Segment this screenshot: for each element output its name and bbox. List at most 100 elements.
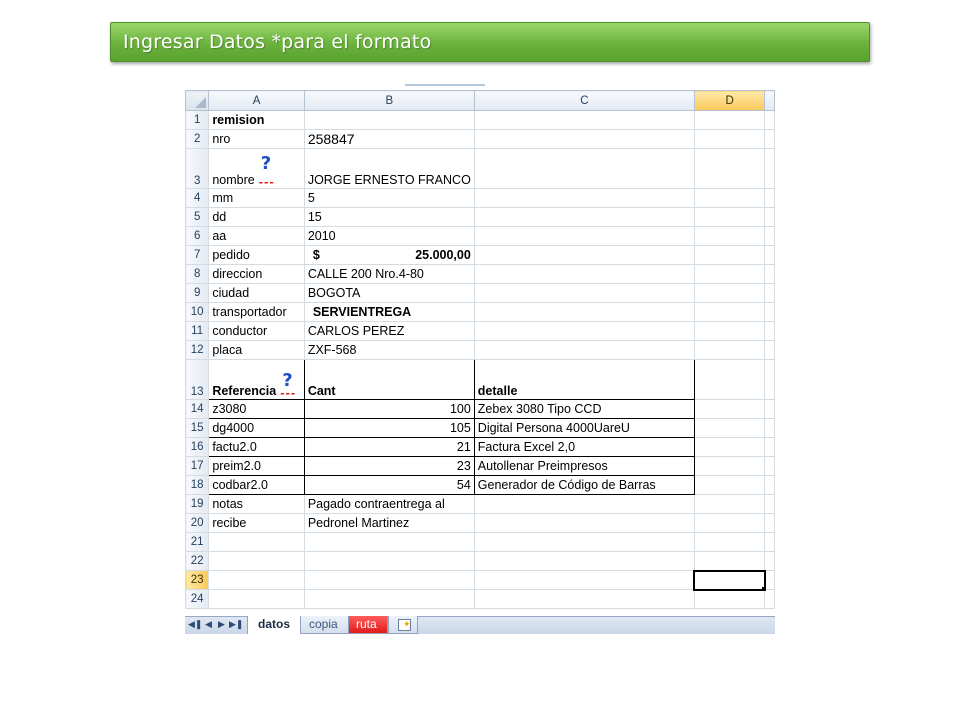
cell-b[interactable]: 54 <box>303 475 475 495</box>
row-header[interactable]: 3 <box>185 148 210 189</box>
cell-c[interactable]: detalle <box>473 359 695 400</box>
fill-handle[interactable] <box>760 585 763 588</box>
cell-a[interactable]: nombre? --- <box>208 148 305 189</box>
cell-a[interactable]: ciudad <box>208 283 305 303</box>
cell-a[interactable]: aa <box>208 226 305 246</box>
cell-d[interactable] <box>693 494 766 514</box>
row-header[interactable]: 18 <box>185 475 210 495</box>
cell-d[interactable] <box>693 148 766 189</box>
row-header[interactable]: 21 <box>185 532 210 552</box>
cell-a[interactable]: recibe <box>208 513 305 533</box>
row-header[interactable]: 12 <box>185 340 210 360</box>
column-header-d[interactable]: D <box>693 90 766 111</box>
row-header[interactable]: 17 <box>185 456 210 476</box>
row-header[interactable]: 6 <box>185 226 210 246</box>
cell-c[interactable] <box>473 264 695 284</box>
cell-e[interactable] <box>764 437 775 457</box>
cell-e[interactable] <box>764 418 775 438</box>
cell-a[interactable]: preim2.0 <box>208 456 305 476</box>
cell-d[interactable] <box>693 551 766 571</box>
cell-b[interactable]: Cant <box>303 359 475 400</box>
cell-b[interactable]: ZXF-568 <box>303 340 475 360</box>
cell-b[interactable] <box>303 551 475 571</box>
cell-a[interactable]: dg4000 <box>208 418 305 438</box>
cell-a[interactable]: pedido <box>208 245 305 265</box>
cell-b[interactable]: 2010 <box>303 226 475 246</box>
cell-d[interactable] <box>693 437 766 457</box>
row-header[interactable]: 20 <box>185 513 210 533</box>
cell-e[interactable] <box>764 399 775 419</box>
row-header[interactable]: 15 <box>185 418 210 438</box>
prev-sheet-icon[interactable]: ◀ <box>203 619 214 630</box>
cell-e[interactable] <box>764 188 775 208</box>
cell-d[interactable] <box>693 340 766 360</box>
cell-c[interactable] <box>473 302 695 322</box>
column-header-a[interactable]: A <box>208 90 305 111</box>
cell-d[interactable] <box>693 321 766 341</box>
cell-e[interactable] <box>764 551 775 571</box>
cell-d[interactable] <box>693 359 766 400</box>
cell-a[interactable] <box>208 570 305 590</box>
tab-ruta[interactable]: ruta <box>345 616 388 634</box>
column-header-b[interactable]: B <box>303 90 475 111</box>
cell-e[interactable] <box>764 456 775 476</box>
cell-a[interactable]: conductor <box>208 321 305 341</box>
tab-copia[interactable]: copia <box>298 616 349 634</box>
cell-e[interactable] <box>764 340 775 360</box>
cell-a[interactable]: dd <box>208 207 305 227</box>
cell-c[interactable] <box>473 207 695 227</box>
cell-c[interactable] <box>473 532 695 552</box>
cell-e[interactable] <box>764 475 775 495</box>
last-sheet-icon[interactable]: ▶❚ <box>229 619 243 630</box>
row-header[interactable]: 8 <box>185 264 210 284</box>
cell-d[interactable] <box>693 456 766 476</box>
cell-d[interactable] <box>693 589 766 609</box>
cell-a[interactable]: nro <box>208 129 305 149</box>
cell-a[interactable] <box>208 551 305 571</box>
row-header[interactable]: 24 <box>185 589 210 609</box>
cell-c[interactable] <box>473 188 695 208</box>
cell-b[interactable]: 105 <box>303 418 475 438</box>
cell-d[interactable] <box>693 283 766 303</box>
cell-d[interactable] <box>693 226 766 246</box>
cell-c[interactable] <box>473 589 695 609</box>
row-header[interactable]: 4 <box>185 188 210 208</box>
cell-a[interactable]: Referencia? --- <box>208 359 305 400</box>
row-header[interactable]: 19 <box>185 494 210 514</box>
cell-b[interactable]: 21 <box>303 437 475 457</box>
cell-c[interactable] <box>473 513 695 533</box>
cell-a[interactable] <box>208 589 305 609</box>
cell-c[interactable] <box>473 340 695 360</box>
cell-b[interactable] <box>303 589 475 609</box>
cell-e[interactable] <box>764 359 775 400</box>
cell-e[interactable] <box>764 129 775 149</box>
cell-b[interactable]: JORGE ERNESTO FRANCO <box>303 148 475 189</box>
cell-d[interactable] <box>693 207 766 227</box>
cell-e[interactable] <box>764 110 775 130</box>
cell-c[interactable] <box>473 245 695 265</box>
cell-c[interactable] <box>473 283 695 303</box>
column-header-c[interactable]: C <box>473 90 695 111</box>
cell-d[interactable] <box>693 532 766 552</box>
cell-a[interactable]: direccion <box>208 264 305 284</box>
column-header-e[interactable] <box>764 90 775 111</box>
next-sheet-icon[interactable]: ▶ <box>216 619 227 630</box>
cell-b[interactable]: CARLOS PEREZ <box>303 321 475 341</box>
cell-c[interactable]: Digital Persona 4000UareU <box>473 418 695 438</box>
cell-a[interactable]: z3080 <box>208 399 305 419</box>
cell-d[interactable] <box>693 264 766 284</box>
cell-b[interactable]: 258847 <box>303 129 475 149</box>
cell-d[interactable] <box>693 110 766 130</box>
select-all-button[interactable] <box>185 90 210 111</box>
cell-b[interactable] <box>303 570 475 590</box>
cell-e[interactable] <box>764 494 775 514</box>
tab-datos[interactable]: datos <box>247 616 302 634</box>
cell-d[interactable] <box>693 245 766 265</box>
cell-c[interactable]: Autollenar Preimpresos <box>473 456 695 476</box>
cell-c[interactable] <box>473 110 695 130</box>
cell-b[interactable] <box>303 110 475 130</box>
cell-b[interactable]: 15 <box>303 207 475 227</box>
cell-c[interactable] <box>473 226 695 246</box>
cell-c[interactable] <box>473 551 695 571</box>
cell-c[interactable]: Factura Excel 2,0 <box>473 437 695 457</box>
